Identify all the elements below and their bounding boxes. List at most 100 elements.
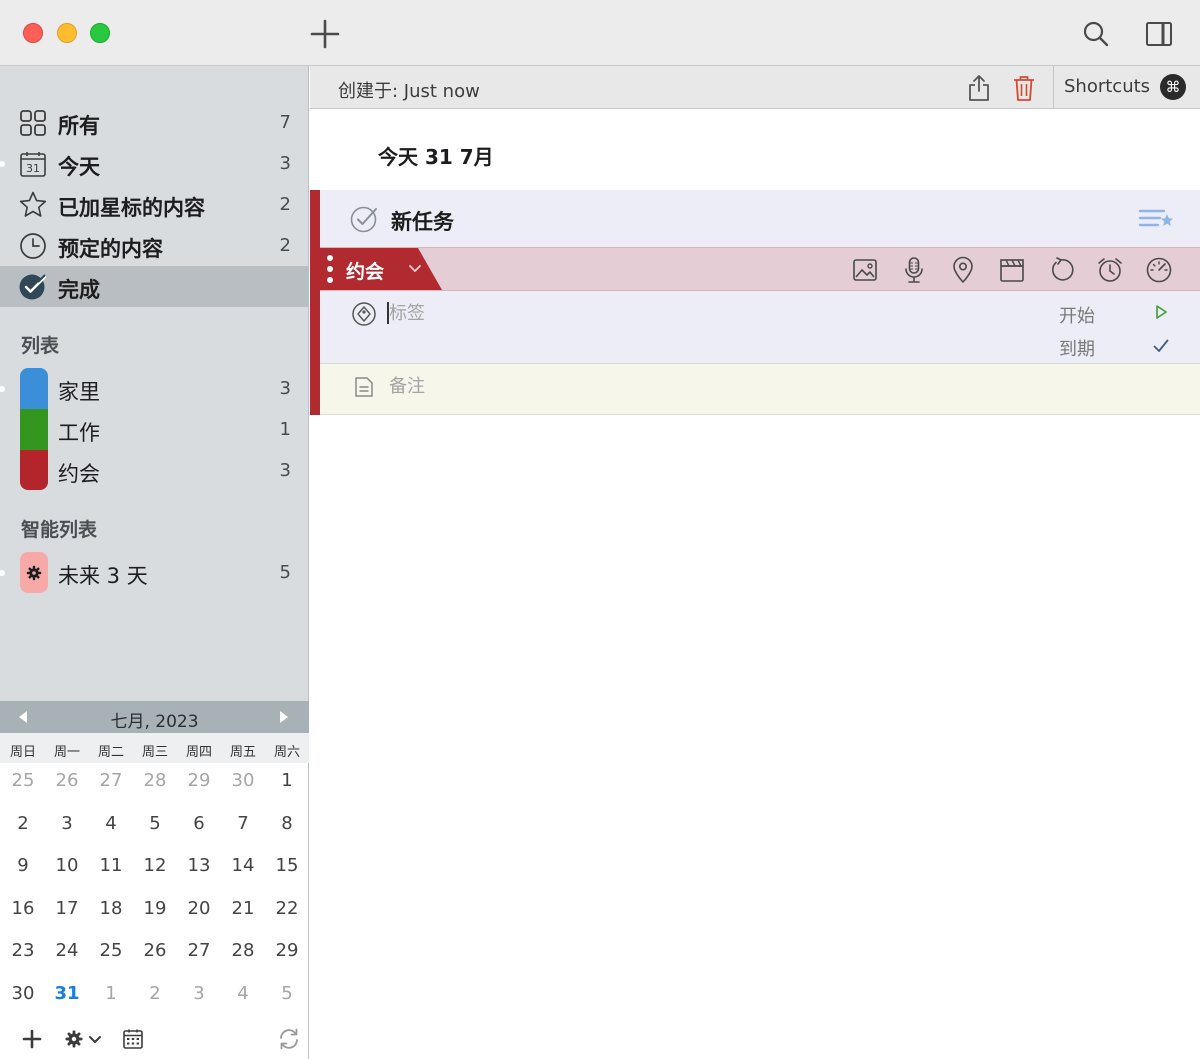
weekday-label: 周四 <box>185 745 212 760</box>
chevron-down-icon[interactable] <box>408 263 422 275</box>
calendar-day[interactable]: 1 <box>89 983 133 1004</box>
calendar-day[interactable]: 5 <box>265 983 309 1004</box>
zoom-window-button[interactable] <box>90 23 110 43</box>
settings-menu-button[interactable] <box>64 1025 106 1053</box>
calendar-day[interactable]: 3 <box>45 813 89 834</box>
microphone-icon[interactable] <box>900 256 928 284</box>
main-panel: 创建于: Just now Shortcuts ⌘ 今天 31 7月 新任务 约… <box>310 66 1200 1059</box>
calendar-day[interactable]: 18 <box>89 898 133 919</box>
share-icon[interactable] <box>966 74 992 102</box>
calendar-day[interactable]: 26 <box>133 940 177 961</box>
calendar-day[interactable]: 3 <box>177 983 221 1004</box>
sidebar-smart-next-3-days[interactable]: 未来 3 天 5 <box>0 552 309 593</box>
calendar-header: 七月, 2023 <box>0 701 309 733</box>
location-pin-icon[interactable] <box>949 256 977 284</box>
start-date-label[interactable]: 开始 <box>1059 302 1095 328</box>
calendar-day[interactable]: 17 <box>45 898 89 919</box>
calendar-day[interactable]: 2 <box>1 813 45 834</box>
close-window-button[interactable] <box>23 23 43 43</box>
next-month-button[interactable] <box>276 709 292 725</box>
calendar-day[interactable]: 16 <box>1 898 45 919</box>
calendar-day[interactable]: 5 <box>133 813 177 834</box>
tag-icon <box>352 302 376 326</box>
add-list-button[interactable] <box>20 1025 44 1053</box>
timer-icon[interactable] <box>1145 256 1173 284</box>
sidebar-item-scheduled[interactable]: 预定的内容 2 <box>0 225 309 266</box>
calendar-day[interactable]: 27 <box>89 770 133 791</box>
sidebar-item-starred[interactable]: 已加星标的内容 2 <box>0 184 309 225</box>
calendar-day[interactable]: 29 <box>177 770 221 791</box>
calendar-day[interactable]: 1 <box>265 770 309 791</box>
image-icon[interactable] <box>851 256 879 284</box>
calendar-day[interactable]: 8 <box>265 813 309 834</box>
calendar-day[interactable]: 7 <box>221 813 265 834</box>
sidebar-item-label: 已加星标的内容 <box>58 196 205 220</box>
calendar-day[interactable]: 6 <box>177 813 221 834</box>
calendar-day[interactable]: 30 <box>221 770 265 791</box>
play-triangle-icon[interactable] <box>1153 304 1169 320</box>
calendar-day[interactable]: 26 <box>45 770 89 791</box>
notes-input[interactable] <box>389 372 1089 400</box>
calendar-day[interactable]: 13 <box>177 855 221 876</box>
calendar-day[interactable]: 30 <box>1 983 45 1004</box>
calendar-day[interactable]: 9 <box>1 855 45 876</box>
calendar-day[interactable]: 4 <box>89 813 133 834</box>
calendar-day[interactable]: 19 <box>133 898 177 919</box>
task-checkbox-icon[interactable] <box>350 204 380 234</box>
clapperboard-icon[interactable] <box>998 256 1026 284</box>
sidebar-list-home[interactable]: 家里 3 <box>0 368 309 409</box>
list-selector-label[interactable]: 约会 <box>346 257 384 284</box>
calendar-day[interactable]: 11 <box>89 855 133 876</box>
plus-icon <box>310 19 340 49</box>
smart-lists-section-title: 智能列表 <box>21 519 98 541</box>
calendar-day[interactable]: 27 <box>177 940 221 961</box>
calendar-view-button[interactable] <box>121 1025 145 1053</box>
due-date-label[interactable]: 到期 <box>1059 335 1095 361</box>
gear-dropdown-icon <box>65 1030 101 1048</box>
sidebar-list-dates[interactable]: 约会 3 <box>0 450 309 491</box>
checkmark-icon[interactable] <box>1152 337 1170 355</box>
drag-handle-icon[interactable] <box>326 254 334 284</box>
calendar-day[interactable]: 28 <box>221 940 265 961</box>
calendar-day[interactable]: 12 <box>133 855 177 876</box>
minimize-window-button[interactable] <box>57 23 77 43</box>
calendar-month-title: 七月, 2023 <box>110 712 199 732</box>
calendar-day[interactable]: 15 <box>265 855 309 876</box>
trash-icon[interactable] <box>1011 74 1037 102</box>
sidebar-list-work[interactable]: 工作 1 <box>0 409 309 450</box>
calendar-day[interactable]: 2 <box>133 983 177 1004</box>
add-task-button[interactable] <box>306 16 344 52</box>
list-star-icon[interactable] <box>1138 207 1174 231</box>
repeat-icon[interactable] <box>1047 256 1075 284</box>
calendar-day[interactable]: 25 <box>89 940 133 961</box>
calendar-day[interactable]: 29 <box>265 940 309 961</box>
calendar-day[interactable]: 21 <box>221 898 265 919</box>
sidebar-item-today[interactable]: 31 今天 3 <box>0 143 309 184</box>
tags-dates-row: 开始 到期 <box>320 291 1200 364</box>
task-title[interactable]: 新任务 <box>391 206 454 236</box>
sidebar-item-all[interactable]: 所有 7 <box>0 102 309 143</box>
created-timestamp: 创建于: Just now <box>338 81 480 102</box>
toggle-panel-button[interactable] <box>1141 16 1177 52</box>
calendar-day[interactable]: 14 <box>221 855 265 876</box>
search-button[interactable] <box>1078 16 1114 52</box>
command-key-icon[interactable]: ⌘ <box>1160 74 1186 100</box>
calendar-day[interactable]: 20 <box>177 898 221 919</box>
calendar-day[interactable]: 31 <box>45 983 89 1004</box>
calendar-day[interactable]: 4 <box>221 983 265 1004</box>
shortcuts-button[interactable]: Shortcuts <box>1064 76 1150 97</box>
alarm-icon[interactable] <box>1096 256 1124 284</box>
tags-input[interactable] <box>389 300 889 326</box>
calendar-day[interactable]: 28 <box>133 770 177 791</box>
task-title-row[interactable]: 新任务 <box>320 190 1200 247</box>
calendar-day[interactable]: 23 <box>1 940 45 961</box>
calendar-day[interactable]: 24 <box>45 940 89 961</box>
calendar-day[interactable]: 10 <box>45 855 89 876</box>
sidebar-list-count: 3 <box>279 460 291 481</box>
calendar-day[interactable]: 22 <box>265 898 309 919</box>
sidebar-smart-label: 未来 3 天 <box>58 564 148 588</box>
sidebar-item-completed[interactable]: 完成 <box>0 266 309 307</box>
sync-button[interactable] <box>276 1025 302 1053</box>
calendar-day[interactable]: 25 <box>1 770 45 791</box>
lists-section-title: 列表 <box>21 335 60 357</box>
